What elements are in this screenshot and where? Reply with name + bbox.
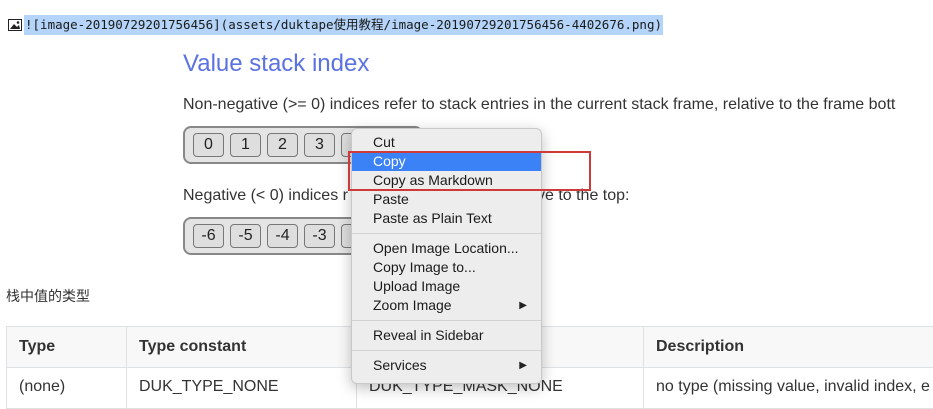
stack-cell: -4 [267, 224, 298, 248]
menu-item-upload-image[interactable]: Upload Image [352, 277, 541, 296]
menu-item-cut[interactable]: Cut [352, 133, 541, 152]
section-heading: Value stack index [183, 50, 369, 78]
table-cell: no type (missing value, invalid index, e [644, 368, 933, 409]
menu-item-zoom-image[interactable]: Zoom Image ▶ [352, 296, 541, 315]
column-header-description: Description [644, 327, 933, 368]
menu-item-services[interactable]: Services ▶ [352, 356, 541, 375]
stack-cell: 0 [193, 133, 224, 157]
menu-separator [352, 350, 541, 351]
submenu-arrow-icon: ▶ [519, 356, 527, 375]
table-cell: DUK_TYPE_NONE [127, 368, 357, 409]
markdown-image-line[interactable]: ![image-20190729201756456](assets/duktap… [8, 14, 663, 36]
menu-item-open-image-location[interactable]: Open Image Location... [352, 239, 541, 258]
menu-item-copy-image-to[interactable]: Copy Image to... [352, 258, 541, 277]
menu-item-label: Cut [373, 133, 395, 152]
menu-item-label: Paste [373, 190, 409, 209]
submenu-arrow-icon: ▶ [519, 296, 527, 315]
column-header-type: Type [7, 327, 127, 368]
menu-separator [352, 233, 541, 234]
menu-item-label: Reveal in Sidebar [373, 326, 484, 345]
annotation-highlight-box [348, 151, 591, 191]
section-label-stack-types: 栈中值的类型 [6, 286, 90, 306]
image-icon [8, 19, 22, 31]
markdown-image-source[interactable]: ![image-20190729201756456](assets/duktap… [24, 15, 663, 35]
paragraph-negative-prefix: Negative (< 0) indices r [183, 187, 348, 204]
stack-cell: -5 [230, 224, 261, 248]
paragraph-nonnegative: Non-negative (>= 0) indices refer to sta… [183, 96, 895, 114]
stack-cell: -6 [193, 224, 224, 248]
menu-item-label: Copy Image to... [373, 258, 476, 277]
menu-item-label: Open Image Location... [373, 239, 519, 258]
stack-cell: 3 [304, 133, 335, 157]
menu-item-label: Paste as Plain Text [373, 209, 492, 228]
table-cell: (none) [7, 368, 127, 409]
menu-item-reveal-in-sidebar[interactable]: Reveal in Sidebar [352, 326, 541, 345]
menu-separator [352, 320, 541, 321]
menu-item-paste-plain-text[interactable]: Paste as Plain Text [352, 209, 541, 228]
menu-item-label: Services [373, 356, 427, 375]
stack-cell: 2 [267, 133, 298, 157]
column-header-type-constant: Type constant [127, 327, 357, 368]
stack-cell: 1 [230, 133, 261, 157]
menu-item-paste[interactable]: Paste [352, 190, 541, 209]
menu-item-label: Upload Image [373, 277, 460, 296]
menu-item-label: Zoom Image [373, 296, 452, 315]
stack-cell: -3 [304, 224, 335, 248]
